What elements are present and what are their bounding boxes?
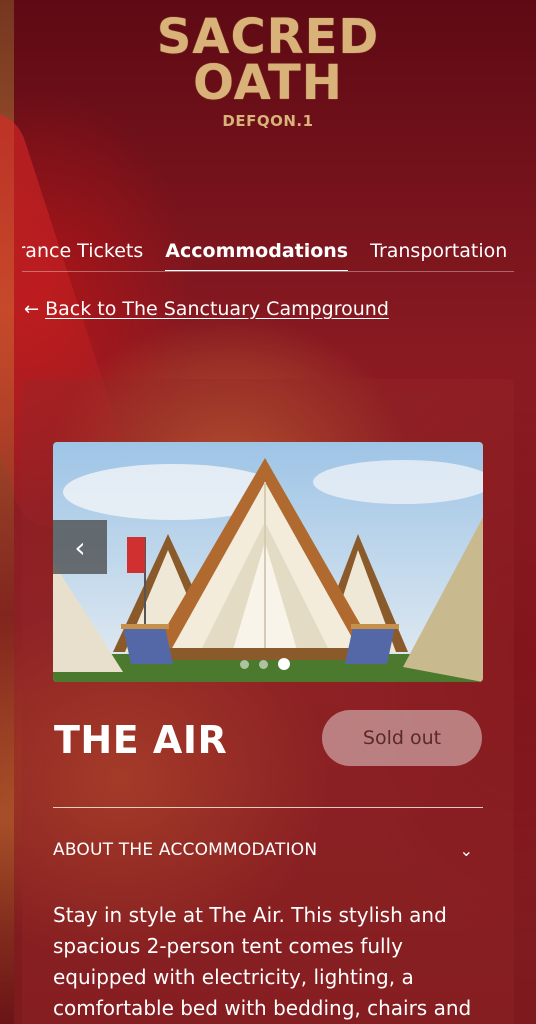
category-tabs: Entrance Tickets Accommodations Transpor… [22, 236, 514, 272]
logo-line-2: OATH [193, 55, 343, 111]
tab-accommodations[interactable]: Accommodations [165, 236, 349, 271]
back-link-label: Back to The Sanctuary Campground [45, 298, 389, 320]
back-link[interactable]: ← Back to The Sanctuary Campground [24, 298, 389, 320]
accommodation-title: THE AIR [54, 718, 228, 762]
accommodation-description: Stay in style at The Air. This stylish a… [53, 903, 472, 1020]
carousel-dot-3[interactable] [278, 658, 290, 670]
logo-subtitle: DEFQON.1 [222, 112, 314, 130]
logo-line-1: SACRED [156, 9, 380, 65]
image-carousel[interactable] [53, 442, 483, 682]
carousel-dot-1[interactable] [240, 659, 249, 669]
tab-entrance-tickets[interactable]: Entrance Tickets [22, 236, 143, 271]
accordion-label: ABOUT THE ACCOMMODATION [53, 840, 318, 860]
arrow-left-icon: ← [24, 298, 40, 320]
festival-logo[interactable]: SACRED OATH DEFQON.1 [0, 9, 536, 130]
tent-photo [53, 442, 483, 682]
status-badge: Sold out [322, 710, 482, 766]
chevron-down-icon: ⌄ [459, 840, 473, 860]
carousel-dot-2[interactable] [259, 659, 268, 669]
about-accordion-toggle[interactable]: ABOUT THE ACCOMMODATION ⌄ [53, 836, 483, 864]
divider [53, 807, 483, 808]
carousel-indicators [240, 658, 290, 670]
chevron-left-icon: ‹ [74, 530, 86, 564]
tab-transportation[interactable]: Transportation [370, 236, 507, 271]
carousel-prev-button[interactable]: ‹ [53, 520, 107, 574]
